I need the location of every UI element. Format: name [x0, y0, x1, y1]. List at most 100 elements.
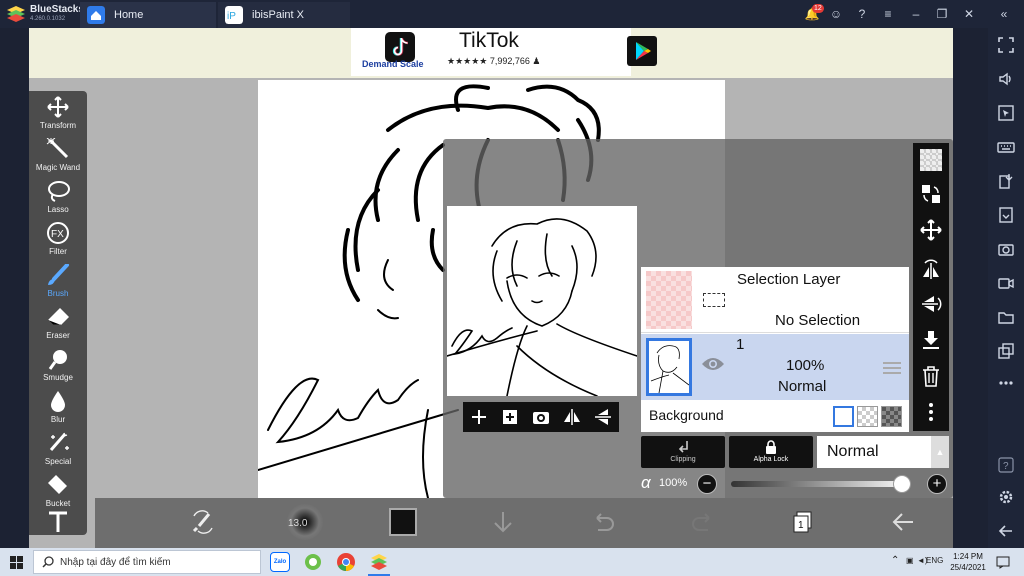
folder-icon[interactable]	[997, 308, 1015, 326]
volume-icon[interactable]	[997, 70, 1015, 88]
visibility-eye-icon[interactable]	[701, 356, 725, 372]
search-icon	[42, 556, 54, 568]
screenshot-icon[interactable]	[997, 240, 1015, 258]
close-icon[interactable]: ✕	[961, 6, 977, 22]
back-icon[interactable]	[997, 522, 1015, 540]
tab-home[interactable]: Home	[80, 2, 216, 28]
background-white-option[interactable]	[833, 406, 854, 427]
drag-handle-icon[interactable]	[883, 362, 901, 374]
flip-horizontal-icon[interactable]	[562, 407, 582, 427]
background-layer-row[interactable]: Background	[641, 401, 909, 432]
tool-label: Lasso	[47, 205, 69, 214]
opacity-slider-knob[interactable]	[893, 475, 911, 493]
play-store-icon[interactable]	[627, 36, 657, 66]
tool-transform[interactable]: Transform	[29, 91, 87, 133]
bluestacks-version: 4.260.0.1032	[30, 16, 66, 22]
tab-ibispaint[interactable]: iP ibisPaint X	[218, 2, 350, 28]
background-dark-option[interactable]	[881, 406, 902, 427]
selection-layer-row[interactable]: Selection Layer No Selection	[641, 267, 909, 333]
tray-app-icon[interactable]: ▣	[906, 556, 914, 565]
windows-start-icon[interactable]	[10, 556, 23, 569]
tool-eraser[interactable]: Eraser	[29, 301, 87, 343]
chevron-up-icon: ▲	[931, 436, 949, 468]
redo-icon[interactable]	[689, 508, 717, 536]
more-options-icon[interactable]	[920, 401, 942, 423]
move-arrows-icon[interactable]	[920, 219, 942, 241]
tray-language[interactable]: ENG	[926, 556, 943, 565]
help-icon[interactable]: ?	[854, 6, 870, 22]
clipping-label: Clipping	[670, 456, 696, 463]
restore-icon[interactable]: ❐	[934, 6, 950, 22]
blend-mode-select[interactable]: Normal ▲	[817, 436, 949, 468]
smudge-icon	[48, 350, 67, 370]
taskbar-search-box[interactable]: Nhập tại đây để tìm kiếm	[33, 550, 261, 574]
record-icon[interactable]	[997, 274, 1015, 292]
ad-sponsor: Demand Scale	[362, 59, 424, 69]
selection-layer-status: No Selection	[775, 312, 861, 329]
layer-1-row[interactable]: 1 100% Normal	[641, 334, 909, 400]
apk-icon[interactable]	[997, 206, 1015, 224]
install-apk-icon[interactable]	[997, 172, 1015, 190]
tool-blur[interactable]: Blur	[29, 385, 87, 427]
brush-settings-icon[interactable]	[189, 508, 217, 536]
opacity-increase-button[interactable]: +	[927, 474, 947, 494]
opacity-decrease-button[interactable]: −	[697, 474, 717, 494]
ibispaint-app-icon: iP	[225, 6, 243, 24]
taskbar-clock[interactable]: 1:24 PM 25/4/2021	[946, 551, 990, 573]
windows-taskbar: Nhập tại đây để tìm kiếm Zalo ⌃ ▣ ◄) ENG…	[0, 548, 1024, 576]
multi-instance-icon[interactable]	[997, 342, 1015, 360]
green-app-icon[interactable]	[303, 552, 323, 572]
duplicate-layer-icon[interactable]	[500, 407, 520, 427]
tool-bucket[interactable]: Bucket	[29, 469, 87, 511]
background-label: Background	[649, 407, 724, 423]
flip-layer-horizontal-icon[interactable]	[920, 257, 942, 279]
tool-brush[interactable]: Brush	[29, 259, 87, 301]
download-arrow-icon[interactable]	[489, 508, 517, 536]
menu-icon[interactable]: ≡	[880, 6, 896, 22]
delete-layer-icon[interactable]	[920, 365, 942, 387]
pointer-icon[interactable]	[997, 104, 1015, 122]
color-swatch[interactable]	[389, 508, 417, 536]
taskbar-search-placeholder: Nhập tại đây để tìm kiếm	[60, 557, 171, 568]
merge-down-icon[interactable]	[920, 329, 942, 351]
minimize-icon[interactable]: –	[908, 6, 924, 22]
background-transparent-option[interactable]	[857, 406, 878, 427]
brush-icon	[48, 264, 69, 285]
account-icon[interactable]: ☺	[828, 6, 844, 22]
layer-window: Selection Layer No Selection 1 100% Norm…	[443, 139, 953, 498]
undo-icon[interactable]	[589, 508, 617, 536]
more-icon[interactable]	[997, 374, 1015, 392]
chrome-icon[interactable]	[336, 552, 356, 572]
alpha-lock-button[interactable]: Alpha Lock	[729, 436, 813, 468]
zalo-app-icon[interactable]: Zalo	[270, 552, 290, 572]
clipping-button[interactable]: Clipping	[641, 436, 725, 468]
tool-filter[interactable]: FX Filter	[29, 217, 87, 259]
help-icon[interactable]: ?	[997, 456, 1015, 474]
tool-label: Special	[44, 457, 72, 466]
notification-center-icon[interactable]	[996, 556, 1010, 569]
canvas-preview[interactable]	[447, 206, 637, 396]
layers-icon[interactable]: 1	[789, 508, 817, 536]
settings-icon[interactable]	[997, 488, 1015, 506]
opacity-slider[interactable]	[731, 475, 911, 493]
keyboard-icon[interactable]	[997, 138, 1015, 156]
collapse-sidebar-icon[interactable]: «	[996, 6, 1012, 22]
tray-chevron-up-icon[interactable]: ⌃	[891, 555, 899, 566]
tool-special[interactable]: Special	[29, 427, 87, 469]
camera-icon[interactable]	[531, 407, 551, 427]
tool-magic-wand[interactable]: Magic Wand	[29, 133, 87, 175]
bluestacks-taskbar-icon[interactable]	[369, 552, 389, 572]
magic-wand-icon	[46, 138, 69, 159]
tool-lasso[interactable]: Lasso	[29, 175, 87, 217]
fullscreen-icon[interactable]	[997, 36, 1015, 54]
add-layer-icon[interactable]	[469, 407, 489, 427]
transparency-checker-icon[interactable]	[920, 149, 942, 171]
flip-vertical-icon[interactable]	[593, 407, 613, 427]
back-arrow-icon[interactable]	[889, 508, 917, 536]
tool-label: Bucket	[45, 499, 71, 508]
move-layer-icon[interactable]	[920, 183, 942, 205]
tool-text[interactable]	[29, 509, 87, 548]
flip-layer-vertical-icon[interactable]	[920, 293, 942, 315]
tool-smudge[interactable]: Smudge	[29, 343, 87, 385]
opacity-symbol: α	[641, 473, 651, 492]
